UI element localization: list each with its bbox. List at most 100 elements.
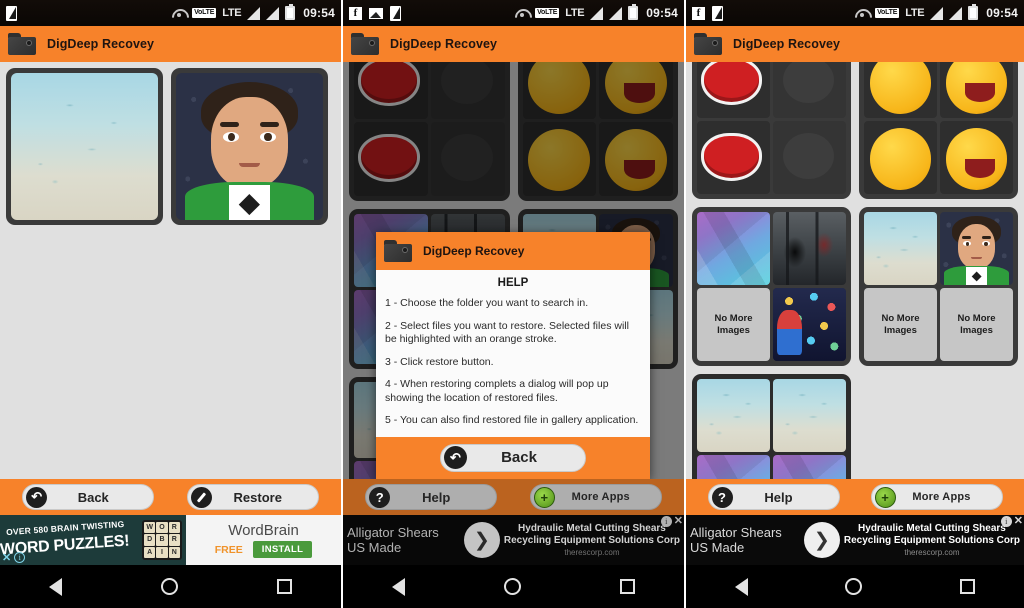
sky-photo[interactable] [773,379,846,452]
sim-card-icon [712,5,723,21]
recents-square-icon[interactable] [619,579,635,594]
home-circle-icon[interactable] [160,578,178,595]
ad-headline: Alligator Shears US Made [343,525,460,555]
laugh-emoji-photo[interactable] [940,121,1013,194]
game-photo[interactable] [773,288,846,361]
help-step: 4 - When restoring complets a dialog wil… [385,378,609,404]
dark-photo[interactable] [773,62,846,118]
close-icon[interactable]: ✕ [674,516,683,527]
close-icon[interactable]: ✕ [1014,516,1023,527]
ad-banner-wordbrain[interactable]: OVER 580 BRAIN TWISTING WORD PUZZLES! W … [0,515,341,565]
chevron-right-icon[interactable]: ❯ [463,522,500,558]
home-circle-icon[interactable] [503,578,521,595]
sky-photo[interactable] [11,73,158,220]
back-triangle-icon[interactable] [734,577,748,596]
status-bar-clock: 09:54 [646,6,678,20]
back-triangle-icon[interactable] [392,577,406,596]
chevron-right-icon[interactable]: ❯ [803,522,840,558]
help-button[interactable]: ? Help [365,484,498,510]
image-card[interactable] [6,68,163,225]
screenshot-icon [369,7,383,19]
help-dialog: DigDeep Recovey HELP 1 - Choose the fold… [376,232,650,479]
battery-icon [285,4,296,20]
more-apps-button[interactable]: + More Apps [870,484,1003,510]
movie-photo[interactable] [773,212,846,285]
home-circle-icon[interactable] [845,578,863,595]
facebook-icon: f [692,6,705,20]
lips-photo[interactable] [697,62,770,118]
tile: R [168,534,180,546]
signal-icon [590,6,604,20]
ad-desc-line1: Hydraulic Metal Cutting Shears [518,522,666,534]
app-title: DigDeep Recovey [733,37,841,51]
app-title: DigDeep Recovey [390,37,498,51]
ad-install-button[interactable]: INSTALL [252,541,313,558]
avatar-photo[interactable] [940,212,1013,285]
sky-photo[interactable] [864,212,937,285]
polygon-photo[interactable] [697,212,770,285]
polygon-photo[interactable] [773,455,846,479]
sky-photo[interactable] [697,379,770,452]
laugh-emoji-photo[interactable] [940,62,1013,118]
ad-controls[interactable]: i ✕ [660,516,683,527]
restore-button[interactable]: Restore [186,484,319,510]
avatar-photo[interactable] [176,73,323,220]
image-group-card[interactable]: No More Images [692,207,851,366]
signal-icon [247,6,261,20]
sad-emoji-photo[interactable] [864,62,937,118]
info-icon[interactable]: i [14,552,26,563]
ad-headline-line2: US Made [347,540,402,555]
image-scroller-1[interactable] [0,62,341,479]
back-triangle-icon[interactable] [49,577,63,596]
back-button[interactable]: ↶ Back [22,484,155,510]
help-step: 2 - Select files you want to restore. Se… [385,319,629,346]
image-card[interactable] [171,68,328,225]
image-group-card[interactable] [692,374,851,479]
recents-square-icon[interactable] [960,579,976,594]
more-apps-button[interactable]: + More Apps [529,484,662,510]
app-title: DigDeep Recovey [47,37,155,51]
tile: B [156,534,168,546]
image-group-card[interactable] [692,62,851,199]
recents-square-icon[interactable] [276,579,292,594]
help-step: 3 - Click restore button. [385,355,494,368]
no-more-images-placeholder: No More Images [940,288,1013,361]
close-icon[interactable]: ✕ [2,551,11,564]
battery-icon [968,4,979,20]
lte-icon: LTE [905,6,925,19]
signal-icon [930,6,944,20]
help-button-label: Help [422,489,451,505]
status-bar-3: f VoLTE LTE 09:54 [686,0,1024,26]
ad-price-label: FREE [214,543,243,556]
ad-url: therescorp.com [564,547,620,557]
help-button-label: Help [764,489,793,505]
content-area-2: DigDeep Recovey HELP 1 - Choose the fold… [343,62,684,479]
image-group-card[interactable] [859,62,1018,199]
sad-emoji-photo[interactable] [864,121,937,194]
polygon-photo[interactable] [697,455,770,479]
folder-icon [694,33,722,55]
back-arrow-icon: ↶ [444,446,467,469]
ad-controls[interactable]: i ✕ [1000,516,1023,527]
image-scroller-3[interactable]: No More Images No More Images No More Im… [686,62,1024,479]
ad-banner-alligator[interactable]: Alligator Shears US Made ❯ Hydraulic Met… [343,515,684,565]
image-group-card[interactable]: No More Images No More Images [859,207,1018,366]
lips-photo[interactable] [697,121,770,194]
info-icon[interactable]: i [660,516,672,527]
help-dialog-body: HELP 1 - Choose the folder you want to s… [376,270,650,437]
restore-icon [190,486,212,508]
status-bar-clock: 09:54 [303,6,335,20]
info-icon[interactable]: i [1000,516,1012,527]
tile: W [144,522,156,534]
screenshot-root: VoLTE LTE 09:54 DigDeep Recovey ↶ Back R… [0,0,1024,608]
dark-photo[interactable] [773,121,846,194]
grid-row [686,374,1024,479]
dialog-back-button[interactable]: ↶ Back [440,443,586,472]
ad-banner-alligator[interactable]: Alligator Shears US Made ❯ Hydraulic Met… [686,515,1024,565]
ad-headline-line1: Alligator Shears [690,525,782,540]
signal-icon [949,6,963,20]
ad-controls[interactable]: ✕ i [2,551,26,564]
help-button[interactable]: ? Help [707,484,840,510]
ad-details: WordBrain FREE INSTALL [186,515,341,565]
sim-card-icon [6,5,17,21]
